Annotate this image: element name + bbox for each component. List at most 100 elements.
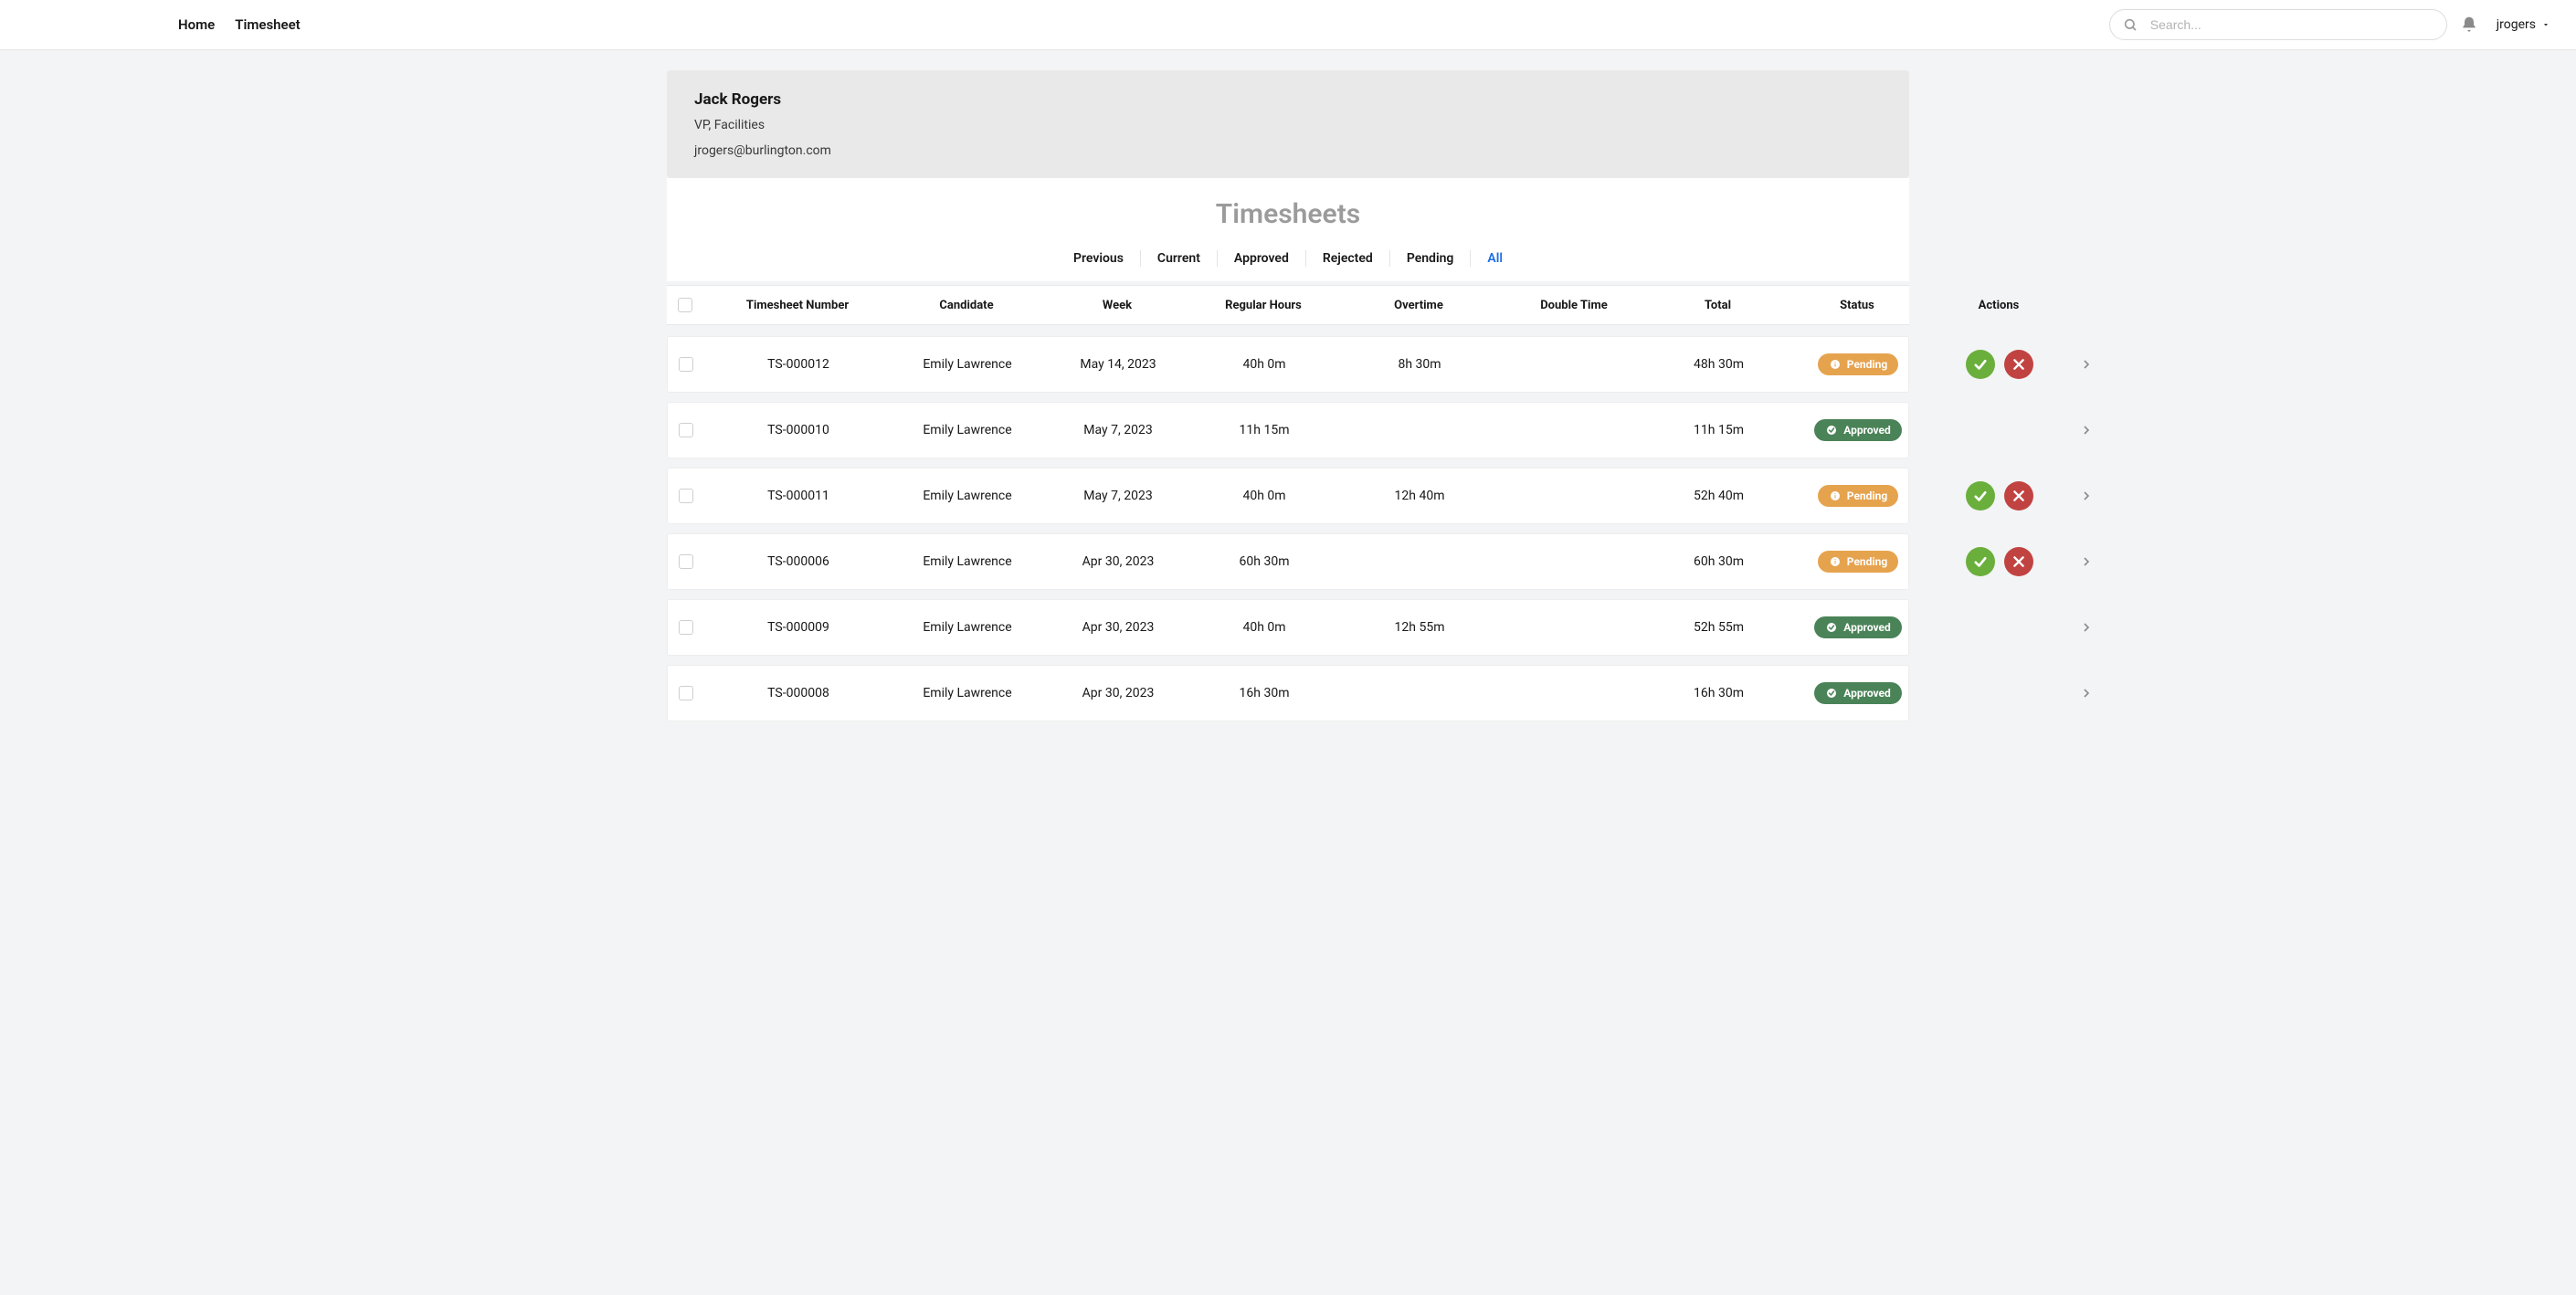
reject-button[interactable] [2004,481,2033,511]
profile-card: Jack Rogers VP, Facilities jrogers@burli… [667,70,1909,178]
nav-timesheet[interactable]: Timesheet [235,16,300,33]
nav-home[interactable]: Home [178,16,215,33]
cell-status: Approved [1785,682,1931,704]
cell-number: TS-000009 [712,620,885,635]
cell-status: Pending [1785,551,1931,573]
cell-regular: 40h 0m [1187,620,1342,635]
section-heading: Timesheets [667,198,1909,230]
info-icon [1829,358,1842,371]
expand-button[interactable] [2068,423,2105,437]
cell-overtime: 8h 30m [1342,357,1497,372]
status-label: Approved [1843,687,1891,700]
cell-regular: 60h 30m [1187,554,1342,569]
tab-pending[interactable]: Pending [1390,250,1472,267]
cell-number: TS-000008 [712,686,885,700]
approve-button[interactable] [1966,547,1995,576]
status-pill: Pending [1818,353,1898,375]
chevron-right-icon [2079,357,2094,372]
cell-overtime: 12h 40m [1342,489,1497,503]
col-status: Status [1784,299,1930,312]
table-row[interactable]: TS-000010Emily LawrenceMay 7, 202311h 15… [667,402,1909,458]
tab-all[interactable]: All [1471,250,1519,267]
search-icon [2123,17,2138,32]
status-pill: Approved [1814,682,1902,704]
cell-total: 60h 30m [1652,554,1785,569]
user-menu[interactable]: jrogers [2497,17,2550,32]
chevron-right-icon [2079,686,2094,700]
expand-button[interactable] [2068,620,2105,635]
row-checkbox[interactable] [679,423,693,437]
cell-actions [1931,547,2068,576]
table-row[interactable]: TS-000009Emily LawrenceApr 30, 202340h 0… [667,599,1909,656]
notifications-button[interactable] [2460,16,2478,34]
table-row[interactable]: TS-000012Emily LawrenceMay 14, 202340h 0… [667,336,1909,393]
col-week: Week [1049,299,1186,312]
row-checkbox[interactable] [679,357,693,372]
info-icon [1829,555,1842,568]
table-header: Timesheet Number Candidate Week Regular … [667,285,1909,325]
tab-rejected[interactable]: Rejected [1306,250,1390,267]
cell-regular: 16h 30m [1187,686,1342,700]
cell-total: 11h 15m [1652,423,1785,437]
expand-button[interactable] [2068,489,2105,503]
cell-status: Approved [1785,419,1931,441]
table-row[interactable]: TS-000008Emily LawrenceApr 30, 202316h 3… [667,665,1909,721]
search-input[interactable] [2138,17,2433,32]
nav-links: Home Timesheet [178,16,301,33]
check-icon [1972,356,1989,373]
table-rows: TS-000012Emily LawrenceMay 14, 202340h 0… [667,336,1909,721]
cell-candidate: Emily Lawrence [885,489,1050,503]
cell-week: May 7, 2023 [1050,489,1187,503]
profile-name: Jack Rogers [694,90,1882,109]
row-checkbox[interactable] [679,554,693,569]
cell-week: May 14, 2023 [1050,357,1187,372]
cell-number: TS-000012 [712,357,885,372]
search-box[interactable] [2109,9,2447,40]
user-label: jrogers [2497,17,2536,32]
col-candidate: Candidate [884,299,1049,312]
check-icon [1972,488,1989,504]
cell-number: TS-000010 [712,423,885,437]
cell-regular: 40h 0m [1187,489,1342,503]
col-overtime: Overtime [1341,299,1496,312]
expand-button[interactable] [2068,686,2105,700]
cell-status: Pending [1785,485,1931,507]
table-row[interactable]: TS-000011Emily LawrenceMay 7, 202340h 0m… [667,468,1909,524]
cell-number: TS-000006 [712,554,885,569]
row-checkbox[interactable] [679,686,693,700]
col-total: Total [1652,299,1784,312]
cell-status: Approved [1785,616,1931,638]
reject-button[interactable] [2004,547,2033,576]
check-circle-icon [1825,424,1838,437]
status-label: Pending [1847,490,1887,502]
expand-button[interactable] [2068,357,2105,372]
tab-current[interactable]: Current [1141,250,1218,267]
chevron-right-icon [2079,620,2094,635]
check-circle-icon [1825,687,1838,700]
status-label: Pending [1847,358,1887,371]
expand-button[interactable] [2068,554,2105,569]
caret-down-icon [2541,20,2550,29]
tab-previous[interactable]: Previous [1057,250,1141,267]
select-all-checkbox[interactable] [678,298,692,312]
row-checkbox[interactable] [679,620,693,635]
reject-button[interactable] [2004,350,2033,379]
table-row[interactable]: TS-000006Emily LawrenceApr 30, 202360h 3… [667,533,1909,590]
status-pill: Approved [1814,616,1902,638]
cell-regular: 40h 0m [1187,357,1342,372]
col-number: Timesheet Number [711,299,884,312]
check-icon [1972,553,1989,570]
cell-candidate: Emily Lawrence [885,423,1050,437]
status-pill: Pending [1818,485,1898,507]
status-label: Approved [1843,424,1891,437]
tab-approved[interactable]: Approved [1218,250,1306,267]
cell-actions [1931,481,2068,511]
status-label: Approved [1843,621,1891,634]
cell-candidate: Emily Lawrence [885,620,1050,635]
cell-actions [1931,350,2068,379]
row-checkbox[interactable] [679,489,693,503]
approve-button[interactable] [1966,350,1995,379]
col-double: Double Time [1496,299,1652,312]
cell-total: 48h 30m [1652,357,1785,372]
approve-button[interactable] [1966,481,1995,511]
